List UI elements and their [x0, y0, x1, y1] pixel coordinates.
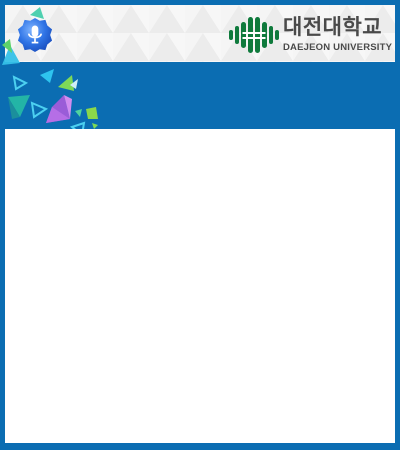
- blue-banner: [2, 7, 395, 137]
- logo-name-english: DAEJEON UNIVERSITY: [283, 42, 393, 54]
- logo-name-korean: 대전대학교: [283, 15, 383, 40]
- university-emblem-icon: [229, 17, 279, 53]
- microphone-icon: [17, 17, 53, 53]
- app-frame: 대전대학교 DAEJEON UNIVERSITY: [0, 0, 400, 450]
- content-panel: [5, 129, 395, 443]
- university-logo[interactable]: 대전대학교 DAEJEON UNIVERSITY: [229, 13, 392, 57]
- logo-text: 대전대학교 DAEJEON UNIVERSITY: [283, 17, 392, 53]
- header-bar: 대전대학교 DAEJEON UNIVERSITY: [5, 5, 395, 62]
- microphone-button[interactable]: [17, 17, 53, 53]
